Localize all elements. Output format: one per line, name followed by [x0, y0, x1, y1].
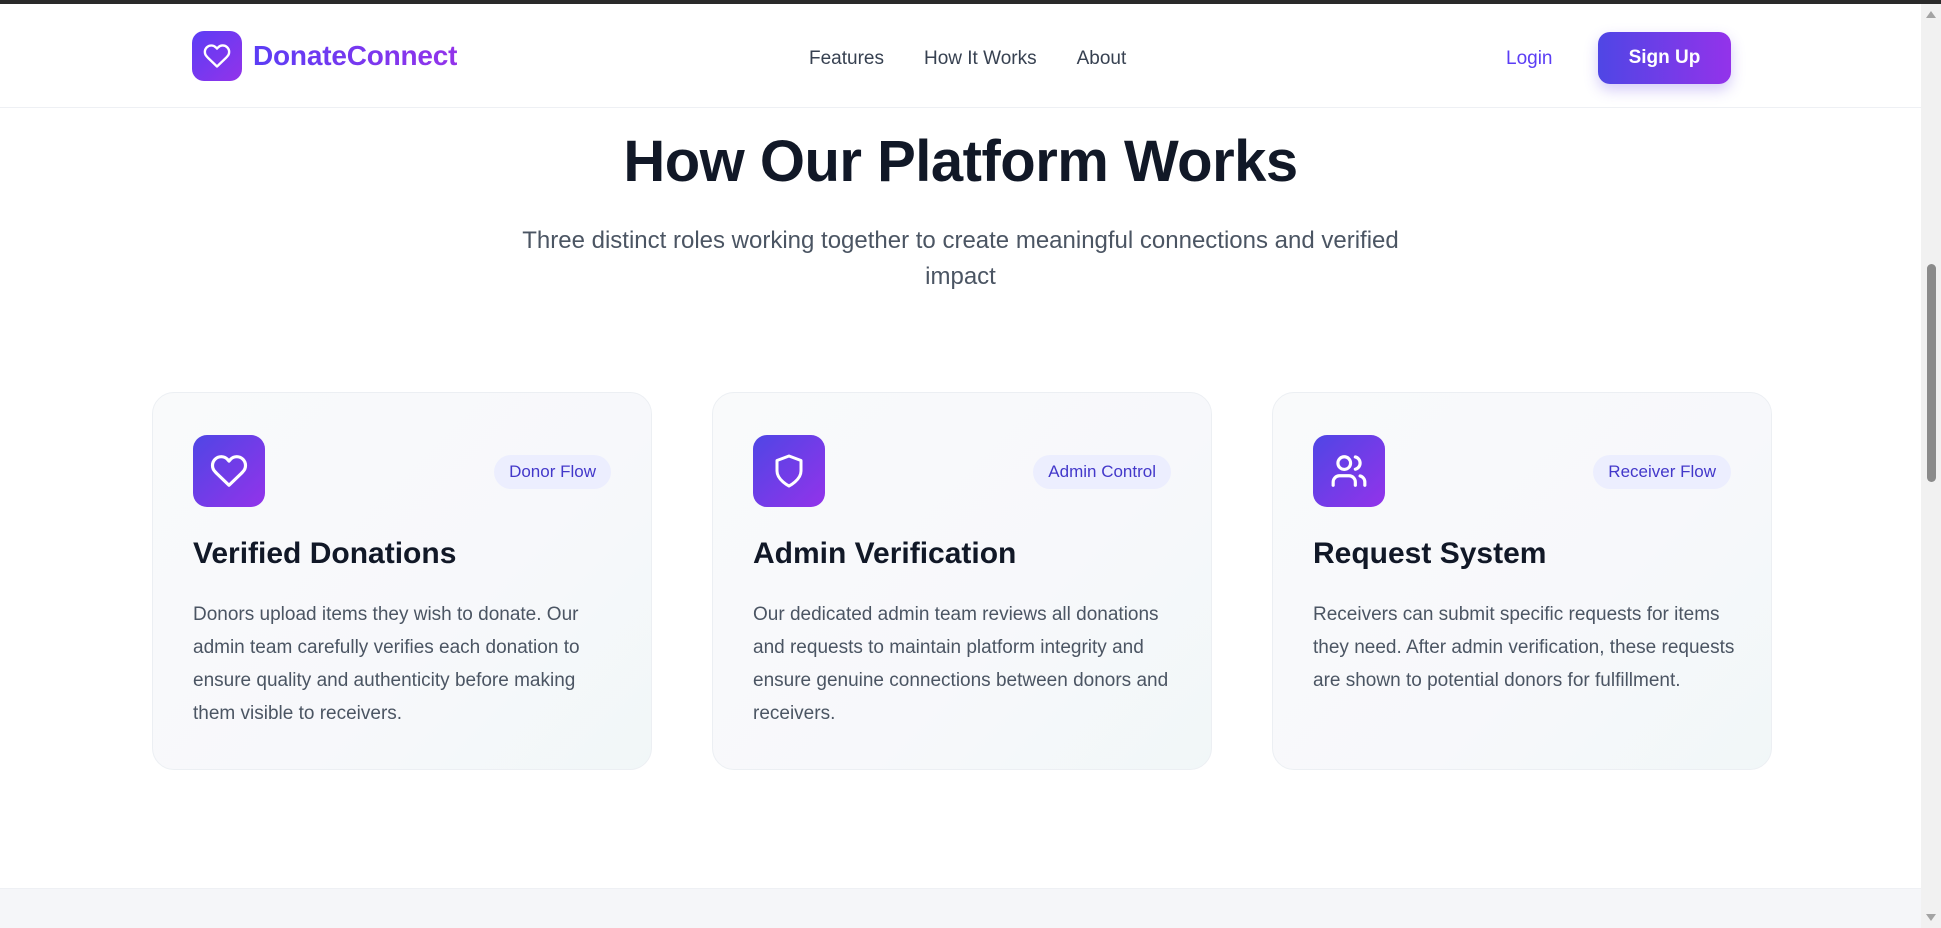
nav-links: Features How It Works About: [809, 48, 1166, 70]
heart-icon: [192, 31, 242, 81]
scrollbar-thumb[interactable]: [1927, 264, 1936, 482]
shield-icon: [753, 435, 825, 507]
card-receiver-flow: Receiver Flow Request System Receivers c…: [1272, 392, 1772, 770]
card-description: Our dedicated admin team reviews all don…: [753, 604, 1169, 724]
nav-link-features[interactable]: Features: [809, 48, 884, 70]
section-subtitle: Three distinct roles working together to…: [522, 227, 1399, 290]
heart-icon: [193, 435, 265, 507]
brand-name: DonateConnect: [253, 40, 458, 71]
card-badge: Donor Flow: [494, 455, 611, 489]
section-title: How Our Platform Works: [623, 129, 1298, 194]
scroll-down-arrow-icon[interactable]: [1926, 914, 1936, 921]
card-description: Receivers can submit specific requests f…: [1313, 604, 1735, 691]
card-title: Request System: [1313, 537, 1547, 570]
scrollbar[interactable]: [1921, 4, 1941, 928]
scroll-up-arrow-icon[interactable]: [1926, 11, 1936, 18]
nav-link-about[interactable]: About: [1077, 48, 1127, 70]
card-badge: Receiver Flow: [1593, 455, 1731, 489]
navbar: DonateConnect Features How It Works Abou…: [0, 4, 1921, 108]
card-donor-flow: Donor Flow Verified Donations Donors upl…: [152, 392, 652, 770]
login-link[interactable]: Login: [1506, 48, 1553, 70]
card-badge: Admin Control: [1033, 455, 1171, 489]
card-title: Verified Donations: [193, 537, 457, 570]
users-icon: [1313, 435, 1385, 507]
signup-button[interactable]: Sign Up: [1598, 32, 1731, 84]
nav-link-how-it-works[interactable]: How It Works: [924, 48, 1037, 70]
brand[interactable]: DonateConnect: [192, 31, 457, 81]
card-admin-control: Admin Control Admin Verification Our ded…: [712, 392, 1212, 770]
card-title: Admin Verification: [753, 537, 1017, 570]
next-section-band: [0, 888, 1921, 928]
card-description: Donors upload items they wish to donate.…: [193, 604, 580, 724]
